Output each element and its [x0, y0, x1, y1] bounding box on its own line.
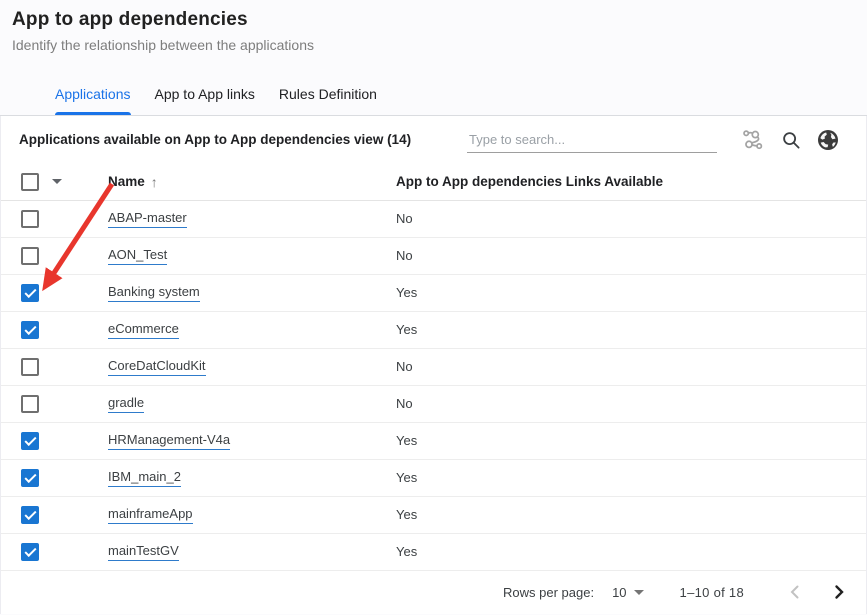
links-available-value: No: [396, 248, 413, 263]
links-available-value: Yes: [396, 507, 417, 522]
tab-applications[interactable]: Applications: [55, 78, 131, 115]
selection-menu-caret-icon[interactable]: [52, 179, 62, 184]
table-body: ABAP-master No AON_Test No: [1, 201, 866, 571]
app-name-link[interactable]: Banking system: [108, 284, 200, 302]
rows-per-page-label: Rows per page:: [503, 585, 594, 600]
row-checkbox[interactable]: [21, 395, 39, 413]
links-available-value: No: [396, 211, 413, 226]
links-available-value: Yes: [396, 285, 417, 300]
tab-app-to-app-links[interactable]: App to App links: [155, 78, 255, 115]
search-icon[interactable]: [777, 126, 805, 154]
search-input[interactable]: [467, 127, 717, 153]
tab-bar: Applications App to App links Rules Defi…: [0, 77, 867, 116]
row-checkbox[interactable]: [21, 321, 39, 339]
table-row: HRManagement-V4a Yes: [1, 423, 866, 460]
select-all-checkbox[interactable]: [21, 173, 39, 191]
table-caption: Applications available on App to App dep…: [19, 132, 467, 147]
dependency-graph-icon[interactable]: [740, 126, 768, 154]
tab-rules-definition[interactable]: Rules Definition: [279, 78, 377, 115]
next-page-button[interactable]: [826, 579, 852, 605]
app-name-link[interactable]: ABAP-master: [108, 210, 187, 228]
links-available-value: Yes: [396, 433, 417, 448]
table-row: Banking system Yes: [1, 275, 866, 312]
table-row: AON_Test No: [1, 238, 866, 275]
row-checkbox[interactable]: [21, 469, 39, 487]
row-checkbox[interactable]: [21, 284, 39, 302]
table-row: mainTestGV Yes: [1, 534, 866, 571]
table-header-row: Name ↑ App to App dependencies Links Ava…: [1, 163, 866, 201]
row-checkbox[interactable]: [21, 247, 39, 265]
row-checkbox[interactable]: [21, 543, 39, 561]
links-available-value: No: [396, 396, 413, 411]
table-row: gradle No: [1, 386, 866, 423]
links-available-value: Yes: [396, 544, 417, 559]
applications-table-card: Applications available on App to App dep…: [0, 116, 867, 614]
app-name-link[interactable]: CoreDatCloudKit: [108, 358, 206, 376]
rows-per-page-caret-icon: [634, 590, 644, 595]
table-row: ABAP-master No: [1, 201, 866, 238]
app-name-link[interactable]: mainTestGV: [108, 543, 179, 561]
chevron-left-icon: [783, 580, 807, 604]
row-checkbox[interactable]: [21, 432, 39, 450]
app-name-link[interactable]: gradle: [108, 395, 144, 413]
chevron-right-icon: [827, 580, 851, 604]
table-row: mainframeApp Yes: [1, 497, 866, 534]
app-name-link[interactable]: HRManagement-V4a: [108, 432, 230, 450]
app-name-link[interactable]: AON_Test: [108, 247, 167, 265]
previous-page-button[interactable]: [782, 579, 808, 605]
links-available-value: Yes: [396, 470, 417, 485]
pagination-range: 1–10 of 18: [680, 585, 744, 600]
app-name-link[interactable]: eCommerce: [108, 321, 179, 339]
links-available-value: No: [396, 359, 413, 374]
rows-per-page-select[interactable]: 10: [612, 585, 643, 600]
table-row: CoreDatCloudKit No: [1, 349, 866, 386]
column-header-name[interactable]: Name: [108, 174, 145, 189]
page: App to app dependencies Identify the rel…: [0, 0, 867, 615]
column-header-links-available: App to App dependencies Links Available: [396, 174, 663, 189]
table-row: IBM_main_2 Yes: [1, 460, 866, 497]
table-toolbar: Applications available on App to App dep…: [1, 116, 866, 163]
app-name-link[interactable]: IBM_main_2: [108, 469, 181, 487]
page-subtitle: Identify the relationship between the ap…: [12, 37, 855, 53]
row-checkbox[interactable]: [21, 506, 39, 524]
globe-icon[interactable]: [814, 126, 842, 154]
row-checkbox[interactable]: [21, 358, 39, 376]
app-name-link[interactable]: mainframeApp: [108, 506, 193, 524]
row-checkbox[interactable]: [21, 210, 39, 228]
sort-ascending-icon[interactable]: ↑: [151, 174, 158, 190]
table-row: eCommerce Yes: [1, 312, 866, 349]
pagination-bar: Rows per page: 10 1–10 of 18: [1, 571, 866, 613]
page-title: App to app dependencies: [12, 9, 855, 31]
page-header: App to app dependencies Identify the rel…: [0, 0, 867, 53]
rows-per-page-value: 10: [612, 585, 626, 600]
links-available-value: Yes: [396, 322, 417, 337]
